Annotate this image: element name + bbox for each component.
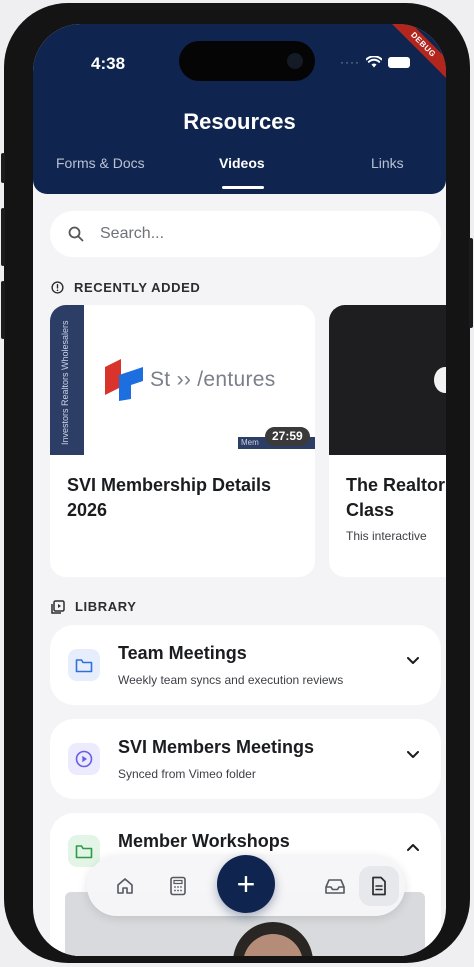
- library-item-title: SVI Members Meetings: [118, 737, 315, 757]
- app-screen: 4:38 ···· DEBUG Resources Forms & Docs V…: [33, 24, 446, 956]
- play-indicator-icon: [434, 367, 446, 393]
- library-item-title: Team Meetings: [118, 643, 247, 663]
- library-item-subtitle: Weekly team syncs and execution reviews: [118, 673, 344, 687]
- mute-switch: [1, 153, 5, 183]
- video-description: This interactive: [346, 529, 427, 543]
- library-item-title: Member Workshops: [118, 831, 290, 851]
- volume-down-button: [1, 281, 5, 339]
- video-thumbnail: [329, 305, 446, 455]
- recently-added-heading: RECENTLY ADDED: [51, 280, 200, 295]
- thumbnail-band-text: Investors Realtors Wholesalers: [60, 320, 70, 445]
- video-title: SVI Membership Details 2026: [67, 475, 272, 520]
- nav-home[interactable]: [109, 870, 141, 902]
- video-thumbnail: St ›› /entures Investors Realtors Wholes…: [50, 305, 315, 455]
- dynamic-island: [179, 41, 315, 81]
- chevron-up-icon[interactable]: [407, 843, 419, 851]
- thumbnail-side-band: Investors Realtors Wholesalers: [50, 305, 84, 455]
- battery-icon: [388, 56, 410, 68]
- add-icon: +: [236, 866, 256, 902]
- folder-icon: [68, 835, 100, 867]
- camera-icon: [287, 53, 303, 69]
- search-input[interactable]: [100, 225, 307, 243]
- nav-inbox[interactable]: [319, 870, 351, 902]
- signal-icon: ····: [340, 55, 360, 69]
- library-item-svi-members-meetings[interactable]: SVI Members Meetings Synced from Vimeo f…: [50, 719, 441, 799]
- phone-frame: 4:38 ···· DEBUG Resources Forms & Docs V…: [1, 3, 473, 963]
- video-title: The Realtor Class: [346, 475, 446, 520]
- recently-added-label: RECENTLY ADDED: [74, 280, 201, 295]
- video-card[interactable]: St ›› /entures Investors Realtors Wholes…: [50, 305, 315, 577]
- add-button[interactable]: +: [217, 855, 275, 913]
- document-icon: [372, 876, 386, 896]
- status-time: 4:38: [91, 54, 126, 73]
- app-header: 4:38 ···· DEBUG Resources Forms & Docs V…: [33, 24, 446, 194]
- duration-badge: 27:59: [265, 427, 310, 446]
- volume-up-button: [1, 208, 5, 266]
- library-label: LIBRARY: [75, 599, 137, 614]
- brand-logo-icon: [105, 359, 143, 401]
- calculator-icon: [170, 876, 186, 896]
- search-icon: [68, 226, 84, 242]
- nav-calculator[interactable]: [162, 870, 194, 902]
- play-circle-icon: [68, 743, 100, 775]
- chevron-down-icon[interactable]: [407, 657, 419, 665]
- library-icon: [51, 599, 65, 614]
- tab-links[interactable]: Links: [371, 155, 404, 171]
- page-title: Resources: [183, 109, 296, 134]
- debug-banner: DEBUG: [386, 24, 446, 82]
- home-icon: [117, 878, 133, 894]
- clock-icon: [51, 281, 64, 294]
- folder-icon: [68, 649, 100, 681]
- power-button: [469, 238, 473, 328]
- library-item-subtitle: Synced from Vimeo folder: [118, 767, 256, 781]
- library-item-team-meetings[interactable]: Team Meetings Weekly team syncs and exec…: [50, 625, 441, 705]
- library-heading: LIBRARY: [51, 599, 137, 614]
- inbox-icon: [325, 879, 345, 894]
- search-bar[interactable]: [50, 211, 441, 257]
- video-card[interactable]: The Realtor Class This interactive: [329, 305, 446, 577]
- chevron-down-icon[interactable]: [407, 751, 419, 759]
- active-tab-indicator: [222, 186, 264, 189]
- nav-resources[interactable]: [359, 866, 399, 906]
- tab-forms-docs[interactable]: Forms & Docs: [56, 155, 145, 171]
- tab-videos[interactable]: Videos: [219, 155, 265, 171]
- status-icons: ····: [340, 55, 410, 69]
- thumbnail-logo-text: St ›› /entures: [150, 368, 276, 391]
- wifi-icon: [366, 56, 382, 68]
